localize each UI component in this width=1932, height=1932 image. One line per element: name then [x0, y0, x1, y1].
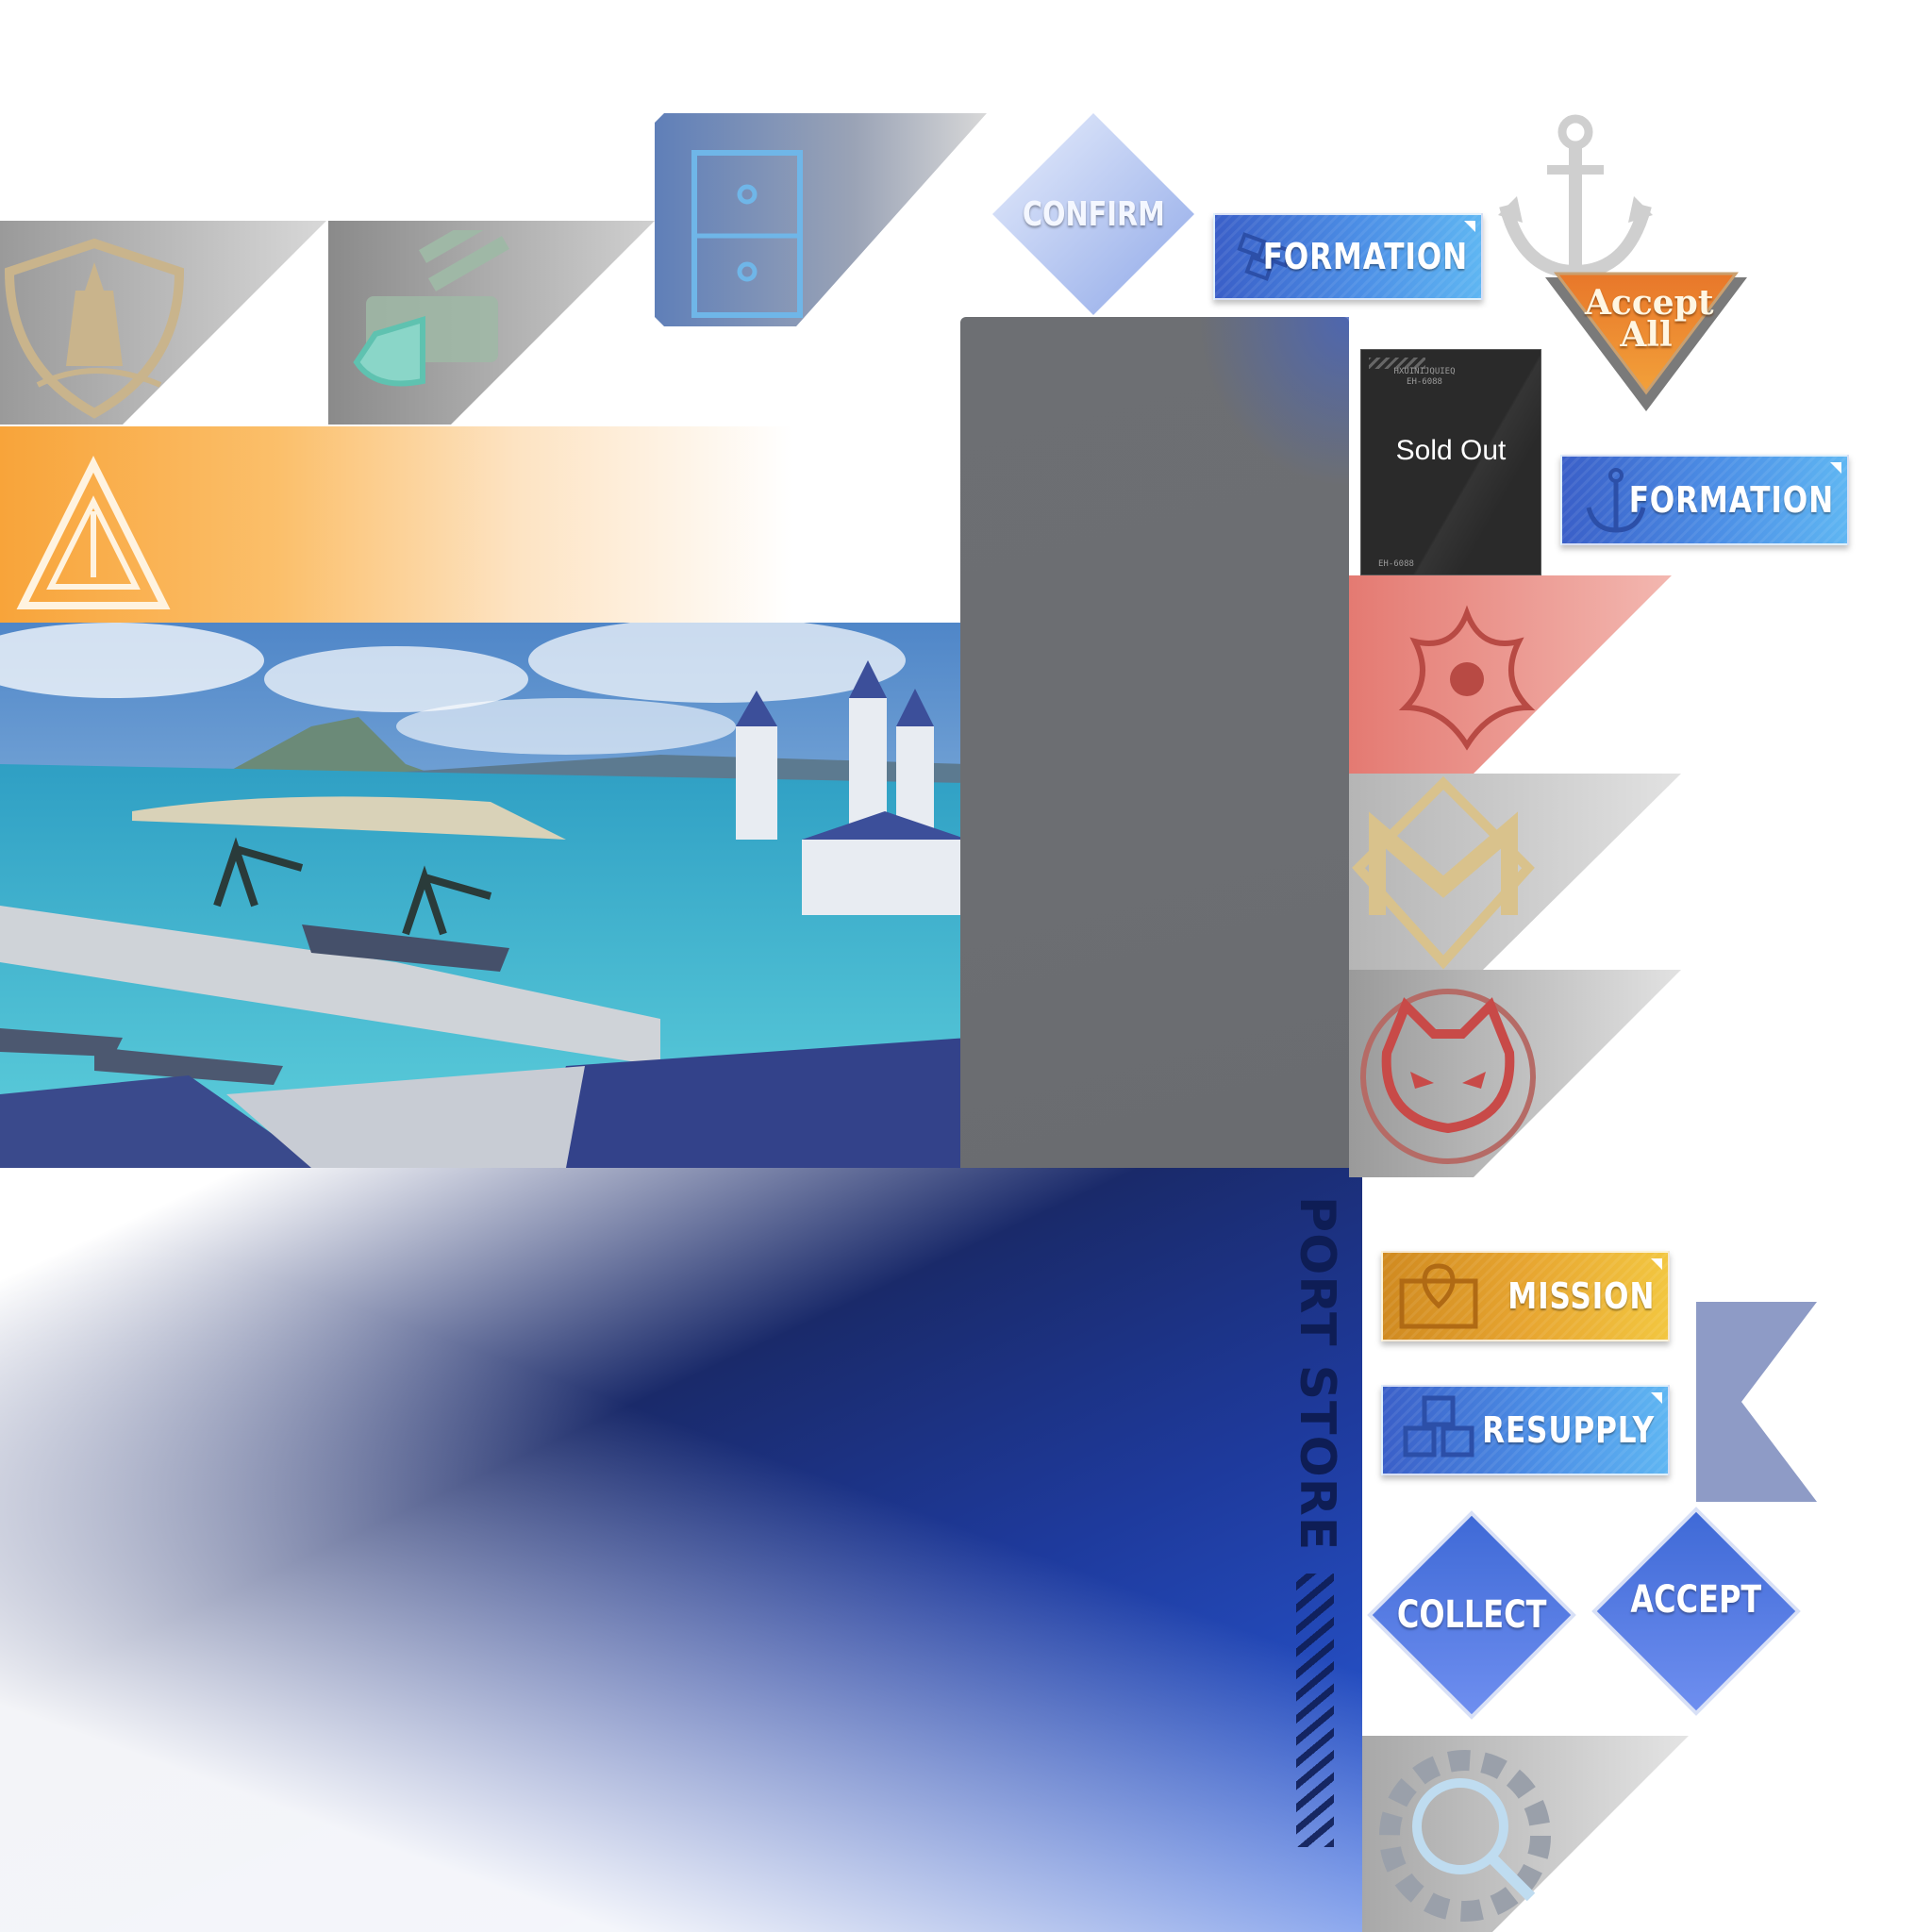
formation-button-top[interactable]: FORMATION	[1213, 213, 1483, 300]
phoenix-emblem-icon	[1387, 594, 1547, 755]
mission-button[interactable]: MISSION	[1381, 1251, 1670, 1341]
m-emblem-icon	[1349, 774, 1538, 970]
collect-button[interactable]: COLLECT	[1366, 1509, 1577, 1721]
tile-ship-shield[interactable]	[0, 221, 326, 425]
port-store-banner: PORT STORE	[0, 1168, 1362, 1932]
map-pin-icon	[1396, 1262, 1481, 1330]
banner-fade	[0, 1168, 1362, 1932]
confirm-label: CONFIRM	[1022, 194, 1165, 234]
accept-all-button[interactable]: Accept All	[1541, 270, 1751, 421]
accept-all-label: Accept All	[1585, 283, 1714, 355]
tile-drawer[interactable]	[655, 113, 987, 326]
anchor-icon[interactable]	[1494, 111, 1657, 281]
gear-search-icon	[1366, 1741, 1564, 1932]
triangle-emblem-icon	[13, 455, 174, 615]
drawer-icon	[691, 149, 804, 319]
formation-mid-label: FORMATION	[1628, 479, 1834, 521]
sold-out-footer-code: EH-6088	[1378, 559, 1414, 569]
bookmark-flag-icon	[1696, 1302, 1819, 1502]
tile-m-emblem[interactable]	[1349, 774, 1681, 970]
tile-cat-emblem[interactable]	[1349, 970, 1681, 1177]
resupply-label: RESUPPLY	[1482, 1409, 1655, 1451]
turret-shield-icon	[328, 230, 536, 419]
formation-top-label: FORMATION	[1262, 236, 1468, 277]
harbor-scene-image	[0, 623, 968, 1168]
sold-out-label: Sold Out	[1395, 435, 1507, 466]
accept-label: ACCEPT	[1630, 1578, 1762, 1622]
cat-emblem-icon	[1349, 977, 1547, 1175]
mission-label: MISSION	[1507, 1275, 1655, 1317]
tile-phoenix[interactable]	[1349, 575, 1672, 774]
orange-banner	[0, 426, 792, 625]
tile-gear-search[interactable]	[1362, 1736, 1689, 1932]
accept-button[interactable]: ACCEPT	[1591, 1506, 1802, 1717]
tile-turret-shield[interactable]	[328, 221, 655, 425]
sold-out-card: HXUINIJQUIEQ EH-6088 Sold Out EH-6088	[1360, 349, 1541, 575]
hatch-stripes	[1296, 1574, 1334, 1847]
formation-button-mid[interactable]: FORMATION	[1560, 455, 1849, 545]
ship-shield-icon	[0, 234, 189, 423]
resupply-button[interactable]: RESUPPLY	[1381, 1385, 1670, 1475]
confirm-button[interactable]: CONFIRM	[989, 109, 1198, 319]
collect-label: COLLECT	[1396, 1593, 1547, 1637]
gray-panel	[960, 317, 1349, 1168]
